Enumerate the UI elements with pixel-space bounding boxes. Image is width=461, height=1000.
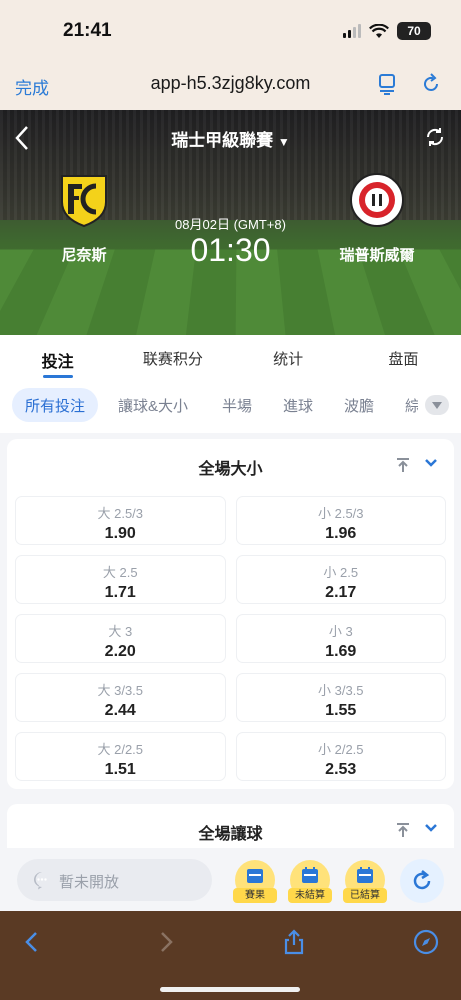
market-title: 全場讓球 <box>198 826 263 843</box>
bet-filter-bar: 所有投注 讓球&大小 半場 進球 波膽 綜 <box>0 381 461 433</box>
comment-input[interactable]: 暫未開放 <box>17 859 212 901</box>
filter-half-time[interactable]: 半場 <box>209 388 265 422</box>
odds-button[interactable]: 大 2.5 1.71 <box>15 555 226 604</box>
filter-all-bets[interactable]: 所有投注 <box>12 388 99 422</box>
odds-button[interactable]: 大 2/2.5 1.51 <box>15 732 226 781</box>
odds-button[interactable]: 大 3/3.5 2.44 <box>15 673 226 722</box>
odds-button[interactable]: 小 2/2.5 2.53 <box>235 732 446 781</box>
pin-to-top-icon[interactable] <box>396 457 410 473</box>
reader-icon[interactable] <box>375 72 399 96</box>
market-card-over-under: 全場大小 大 2.5/3 1.90 小 2.5/3 1.96 大 2.5 1.71 小… <box>7 439 454 789</box>
settled-label: 已結算 <box>343 888 387 903</box>
calendar-icon <box>247 869 263 883</box>
battery-icon: 70 <box>397 22 431 40</box>
status-time: 21:41 <box>63 20 112 41</box>
tab-bet[interactable]: 投注 <box>0 335 115 381</box>
signal-icon <box>343 24 361 38</box>
unsettled-label: 未結算 <box>288 888 332 903</box>
match-header: 瑞士甲級聯賽 ▼ 尼奈斯 瑞普斯威爾 08月02日 (GMT+8) 01:30 <box>0 110 461 335</box>
browser-bottom-toolbar <box>0 911 461 1000</box>
share-icon[interactable] <box>281 929 307 955</box>
market-title: 全場大小 <box>198 461 263 478</box>
results-label: 賽果 <box>233 888 277 903</box>
collapse-chevron-icon[interactable] <box>424 822 438 834</box>
league-selector[interactable]: 瑞士甲級聯賽 ▼ <box>0 126 461 151</box>
caret-down-icon: ▼ <box>277 135 290 149</box>
filter-goals[interactable]: 進球 <box>270 388 326 422</box>
status-bar: 21:41 70 <box>0 0 461 58</box>
bottom-action-bar: 暫未開放 賽果 未結算 已結算 <box>0 848 461 911</box>
filter-handicap-over-under[interactable]: 讓球&大小 <box>105 388 201 422</box>
chevron-down-icon <box>432 401 442 409</box>
filter-expand-button[interactable] <box>425 395 449 415</box>
odds-button[interactable]: 小 3/3.5 1.55 <box>235 673 446 722</box>
match-date: 08月02日 (GMT+8) <box>175 217 286 232</box>
compass-icon[interactable] <box>413 929 439 955</box>
calendar-icon <box>357 867 373 883</box>
back-icon[interactable] <box>20 929 46 955</box>
status-icons: 70 <box>343 22 431 40</box>
market-header[interactable]: 全場大小 <box>7 439 454 491</box>
collapse-chevron-icon[interactable] <box>424 457 438 469</box>
league-name: 瑞士甲級聯賽 <box>171 131 274 150</box>
tab-stats[interactable]: 统计 <box>231 335 346 381</box>
calendar-icon <box>302 867 318 883</box>
tab-standings[interactable]: 联赛积分 <box>115 335 230 381</box>
odds-button[interactable]: 大 2.5/3 1.90 <box>15 496 226 545</box>
chat-bubble-icon <box>34 872 47 890</box>
odds-button[interactable]: 小 2.5 2.17 <box>235 555 446 604</box>
odds-button[interactable]: 小 2.5/3 1.96 <box>235 496 446 545</box>
forward-icon[interactable] <box>152 929 178 955</box>
odds-grid: 大 2.5/3 1.90 小 2.5/3 1.96 大 2.5 1.71 小 2.5 2… <box>7 491 454 789</box>
settled-button[interactable]: 已結算 <box>343 860 387 904</box>
comment-placeholder: 暫未開放 <box>59 874 120 891</box>
refresh-icon <box>413 870 431 890</box>
main-content: 投注 联赛积分 统计 盘面 所有投注 讓球&大小 半場 進球 波膽 綜 全場大小… <box>0 335 461 911</box>
reload-button[interactable] <box>400 859 444 903</box>
refresh-icon[interactable] <box>424 126 446 148</box>
filter-correct-score[interactable]: 波膽 <box>331 388 387 422</box>
browser-top-bar: 完成 app-h5.3zjg8ky.com <box>0 58 461 110</box>
home-indicator <box>160 987 300 992</box>
filter-combo[interactable]: 綜 <box>392 388 418 422</box>
tab-bar: 投注 联赛积分 统计 盘面 <box>0 335 461 381</box>
odds-button[interactable]: 小 3 1.69 <box>235 614 446 663</box>
match-time: 01:30 <box>190 232 271 268</box>
results-button[interactable]: 賽果 <box>233 860 277 904</box>
pin-to-top-icon[interactable] <box>396 822 410 838</box>
wifi-icon <box>369 23 389 38</box>
unsettled-button[interactable]: 未結算 <box>288 860 332 904</box>
reload-icon[interactable] <box>419 72 443 96</box>
odds-button[interactable]: 大 3 2.20 <box>15 614 226 663</box>
tab-live[interactable]: 盘面 <box>346 335 461 381</box>
